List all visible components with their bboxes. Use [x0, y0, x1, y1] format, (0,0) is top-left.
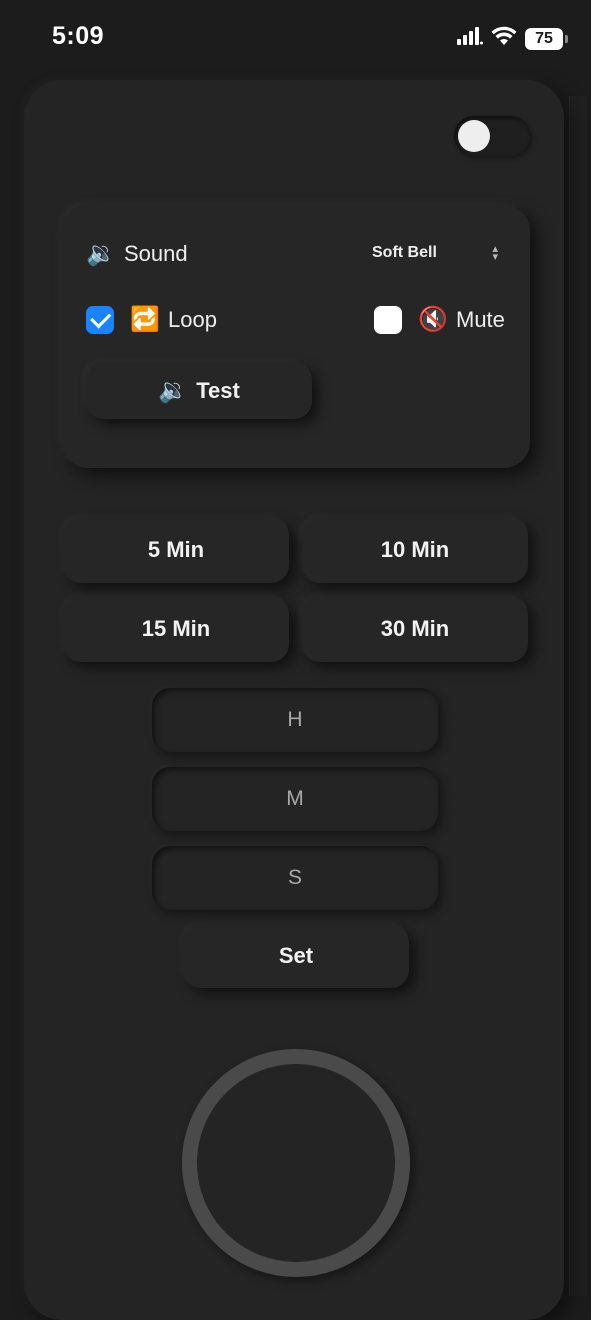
- sound-row: 🔉 Sound: [86, 239, 188, 268]
- mute-icon: 🔇: [418, 306, 448, 333]
- loop-checkbox[interactable]: [86, 305, 114, 334]
- status-icons: 75: [457, 26, 568, 51]
- battery-level: 75: [535, 29, 553, 47]
- loop-option[interactable]: 🔁 Loop: [86, 305, 217, 334]
- theme-toggle[interactable]: [454, 116, 530, 156]
- speaker-icon: 🔉: [86, 240, 116, 267]
- mute-option[interactable]: 🔇 Mute: [374, 305, 505, 334]
- timer-progress-ring: [182, 1049, 410, 1277]
- status-time: 5:09: [52, 22, 105, 50]
- loop-label: Loop: [168, 306, 217, 332]
- sound-select[interactable]: Soft Bell ▴ ▾: [372, 240, 498, 266]
- cellular-icon: [457, 27, 483, 50]
- sound-label: Sound: [124, 240, 188, 266]
- mute-label: Mute: [456, 306, 505, 332]
- toggle-knob: [458, 120, 490, 152]
- mute-checkbox[interactable]: [374, 305, 402, 334]
- minutes-input[interactable]: M: [152, 767, 438, 831]
- preset-10-min-button[interactable]: 10 Min: [302, 517, 528, 583]
- preset-15-min-button[interactable]: 15 Min: [63, 596, 289, 662]
- status-bar: 5:09 75: [0, 0, 591, 72]
- battery-icon: 75: [525, 27, 568, 50]
- test-button-label: Test: [196, 377, 240, 403]
- speaker-icon: 🔉: [158, 377, 189, 404]
- loop-icon: 🔁: [130, 306, 160, 333]
- checkmark-icon: [90, 306, 112, 328]
- test-sound-button[interactable]: 🔉 Test: [86, 362, 312, 419]
- side-strip: [569, 96, 587, 1296]
- hours-input[interactable]: H: [152, 688, 438, 752]
- preset-5-min-button[interactable]: 5 Min: [63, 517, 289, 583]
- select-chevron-icon: ▴ ▾: [492, 243, 498, 263]
- wifi-icon: [491, 26, 517, 51]
- set-button[interactable]: Set: [183, 924, 409, 988]
- seconds-input[interactable]: S: [152, 846, 438, 910]
- sound-select-value: Soft Bell: [372, 244, 437, 261]
- preset-30-min-button[interactable]: 30 Min: [302, 596, 528, 662]
